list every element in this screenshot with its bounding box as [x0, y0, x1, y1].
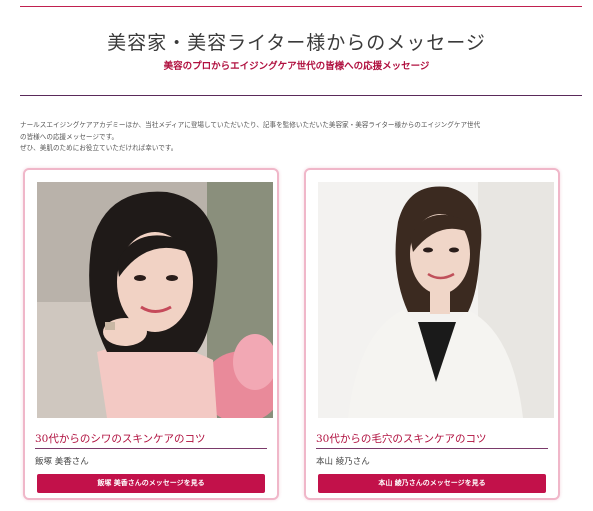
intro-line-3: ぜひ、美肌のためにお役立ていただければ幸いです。 — [20, 144, 178, 152]
message-card-1: 30代からのシワのスキンケアのコツ 飯塚 美香さん 飯塚 美香さんのメッセージを… — [23, 168, 279, 500]
page-subtitle: 美容のプロからエイジングケア世代の皆様への応援メッセージ — [163, 61, 430, 72]
card-title-1: 30代からのシワのスキンケアのコツ — [35, 433, 206, 445]
intro-text: ナールスエイジングケアアカデミーほか、当社メディアに登場していただいたり、記事を… — [20, 120, 582, 155]
portrait-photo-1[interactable] — [37, 182, 273, 418]
view-message-button-2[interactable]: 本山 綾乃さんのメッセージを見る — [318, 474, 546, 493]
top-divider — [20, 6, 582, 7]
intro-line-1: ナールスエイジングケアアカデミーほか、当社メディアに登場していただいたり、記事を… — [20, 121, 481, 129]
card-author-1: 飯塚 美香さん — [35, 457, 89, 467]
card-divider-2 — [316, 448, 548, 449]
header-divider — [20, 95, 582, 96]
card-title-2: 30代からの毛穴のスキンケアのコツ — [316, 433, 487, 445]
card-divider-1 — [35, 448, 267, 449]
card-author-2: 本山 綾乃さん — [316, 457, 370, 467]
page-title: 美容家・美容ライター様からのメッセージ — [107, 32, 486, 54]
message-card-2: 30代からの毛穴のスキンケアのコツ 本山 綾乃さん 本山 綾乃さんのメッセージを… — [304, 168, 560, 500]
portrait-image-1 — [37, 182, 273, 418]
portrait-photo-2[interactable] — [318, 182, 554, 418]
view-message-button-1[interactable]: 飯塚 美香さんのメッセージを見る — [37, 474, 265, 493]
portrait-image-2 — [318, 182, 554, 418]
intro-line-2: の皆様への応援メッセージです。 — [20, 132, 119, 141]
